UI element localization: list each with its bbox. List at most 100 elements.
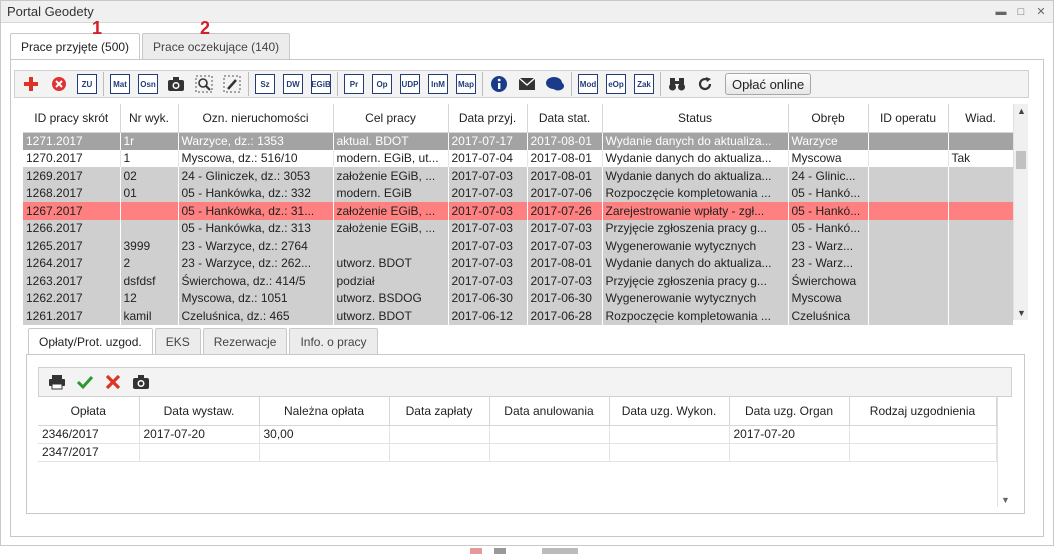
tab-rezerwacje[interactable]: Rezerwacje: [202, 328, 288, 354]
delete-x-icon[interactable]: [101, 370, 125, 394]
inm-button[interactable]: InM: [428, 74, 448, 94]
eop-button[interactable]: eOp: [606, 74, 626, 94]
tab-eks[interactable]: EKS: [154, 328, 201, 354]
print-icon[interactable]: [45, 370, 69, 394]
sz-button[interactable]: Sz: [255, 74, 275, 94]
tab-info-o-pracy[interactable]: Info. o pracy: [289, 328, 378, 354]
scroll-down-icon[interactable]: ▼: [998, 493, 1013, 507]
table-cell: Wydanie danych do aktualiza...: [602, 149, 789, 167]
table-cell: [948, 289, 1014, 307]
fees-table: Opłata Data wystaw. Należna opłata Data …: [38, 397, 997, 462]
table-row[interactable]: 1262.2017 12 Myscowa, dz.: 1051 utworz. BSD…: [23, 289, 1014, 307]
column-header[interactable]: Rodzaj uzgodnienia: [849, 397, 997, 426]
column-header[interactable]: Ozn. nieruchomości: [178, 104, 334, 133]
table-cell: 23 - Warzyce, dz.: 2764: [178, 237, 334, 255]
table-row[interactable]: 1271.2017 1r Warzyce, dz.: 1353 aktual. BDO…: [23, 132, 1014, 150]
tab-prace-przyjete[interactable]: Prace przyjęte (500): [10, 33, 141, 60]
table-row[interactable]: 1261.2017 kamil Czeluśnica, dz.: 465 utworz…: [23, 307, 1014, 325]
table-cell: Świerchowa, dz.: 414/5: [178, 272, 334, 290]
camera-icon[interactable]: [164, 72, 188, 96]
works-table-scrollbar[interactable]: ▲ ▼: [1013, 104, 1028, 320]
table-row[interactable]: 2347/2017: [38, 443, 997, 462]
table-row[interactable]: 1265.2017 3999 23 - Warzyce, dz.: 2764 2017…: [23, 237, 1014, 255]
table-cell: Warzyce, dz.: 1353: [178, 132, 334, 150]
table-cell: 1265.2017: [23, 237, 121, 255]
column-header[interactable]: ID operatu: [868, 104, 949, 133]
edit-dotted-icon[interactable]: [220, 72, 244, 96]
minimize-icon[interactable]: ▬: [993, 4, 1009, 20]
op-button[interactable]: Op: [372, 74, 392, 94]
table-cell: Świerchowa: [788, 272, 869, 290]
column-header[interactable]: Obręb: [788, 104, 869, 133]
column-header[interactable]: Należna opłata: [259, 397, 390, 426]
table-cell: [868, 167, 949, 185]
column-header[interactable]: Data stat.: [527, 104, 603, 133]
camera-icon[interactable]: [129, 370, 153, 394]
zu-button[interactable]: ZU: [77, 74, 97, 94]
column-header[interactable]: Data zapłaty: [389, 397, 490, 426]
table-row[interactable]: 1269.2017 02 24 - Gliniczek, dz.: 3053 zało…: [23, 167, 1014, 185]
table-row[interactable]: 1268.2017 01 05 - Hankówka, dz.: 332 modern…: [23, 184, 1014, 202]
table-cell: 2017-07-03: [448, 184, 528, 202]
zak-button[interactable]: Zak: [634, 74, 654, 94]
table-cell: [609, 443, 730, 462]
dw-button[interactable]: DW: [283, 74, 303, 94]
maximize-icon[interactable]: □: [1013, 4, 1029, 20]
column-header[interactable]: Data uzg. Wykon.: [609, 397, 730, 426]
annotation-marker-2: 2: [200, 18, 211, 38]
search-dotted-icon[interactable]: [192, 72, 216, 96]
column-header[interactable]: Nr wyk.: [120, 104, 179, 133]
table-cell: 2017-07-04: [448, 149, 528, 167]
column-header[interactable]: Wiad.: [948, 104, 1014, 133]
table-cell: modern. EGiB, ut...: [333, 149, 449, 167]
mail-icon[interactable]: [515, 72, 539, 96]
column-header[interactable]: Cel pracy: [333, 104, 449, 133]
table-cell: [948, 202, 1014, 220]
table-cell: 2017-08-01: [527, 167, 603, 185]
table-row[interactable]: 1267.2017 05 - Hankówka, dz.: 31... założe…: [23, 202, 1014, 220]
fees-table-scrollbar[interactable]: ▼: [997, 397, 1012, 507]
pay-online-button[interactable]: Opłać online: [725, 73, 812, 95]
column-header[interactable]: Status: [602, 104, 789, 133]
scroll-down-icon[interactable]: ▼: [1014, 306, 1029, 320]
check-icon[interactable]: [73, 370, 97, 394]
table-cell: 2017-07-03: [448, 272, 528, 290]
refresh-icon[interactable]: [693, 72, 717, 96]
column-header[interactable]: Data anulowania: [489, 397, 610, 426]
column-header[interactable]: ID pracy skrót: [23, 104, 121, 133]
cancel-circle-icon[interactable]: [47, 72, 71, 96]
plus-icon[interactable]: [19, 72, 43, 96]
column-header[interactable]: Data przyj.: [448, 104, 528, 133]
scroll-thumb[interactable]: [1016, 151, 1026, 169]
chat-icon[interactable]: [543, 72, 567, 96]
table-cell: 1r: [120, 132, 179, 150]
tab-oplaty[interactable]: Opłaty/Prot. uzgod.: [28, 328, 153, 355]
mod-button[interactable]: Mod: [578, 74, 598, 94]
close-icon[interactable]: ✕: [1033, 4, 1049, 20]
egib-button[interactable]: EGiB: [311, 74, 331, 94]
column-header[interactable]: Opłata: [38, 397, 140, 426]
tab-prace-oczekujace[interactable]: Prace oczekujące (140): [142, 33, 291, 59]
table-row[interactable]: 2346/2017 2017-07-20 30,00 2017-07-20: [38, 425, 997, 444]
scroll-up-icon[interactable]: ▲: [1014, 104, 1029, 118]
column-header[interactable]: Data wystaw.: [139, 397, 260, 426]
map-button[interactable]: Map: [456, 74, 476, 94]
table-cell: 2: [120, 254, 179, 272]
table-cell: 2017-06-30: [448, 289, 528, 307]
table-row[interactable]: 1270.2017 1 Myscowa, dz.: 516/10 modern. EG…: [23, 149, 1014, 167]
table-cell: Wydanie danych do aktualiza...: [602, 132, 789, 150]
binoculars-icon[interactable]: [665, 72, 689, 96]
column-header[interactable]: Data uzg. Organ: [729, 397, 850, 426]
table-row[interactable]: 1264.2017 2 23 - Warzyce, dz.: 262... utwor…: [23, 254, 1014, 272]
works-table: ID pracy skrót Nr wyk. Ozn. nieruchomośc…: [23, 104, 1014, 325]
window-title: Portal Geodety: [7, 4, 94, 19]
mat-button[interactable]: Mat: [110, 74, 130, 94]
udp-button[interactable]: UDP: [400, 74, 420, 94]
pr-button[interactable]: Pr: [344, 74, 364, 94]
osn-button[interactable]: Osn: [138, 74, 158, 94]
table-row[interactable]: 1263.2017 dsfdsf Świerchowa, dz.: 414/5 pod…: [23, 272, 1014, 290]
info-icon[interactable]: [487, 72, 511, 96]
table-row[interactable]: 1266.2017 05 - Hankówka, dz.: 313 założeni…: [23, 219, 1014, 237]
table-cell: Wydanie danych do aktualiza...: [602, 254, 789, 272]
table-cell: 1263.2017: [23, 272, 121, 290]
